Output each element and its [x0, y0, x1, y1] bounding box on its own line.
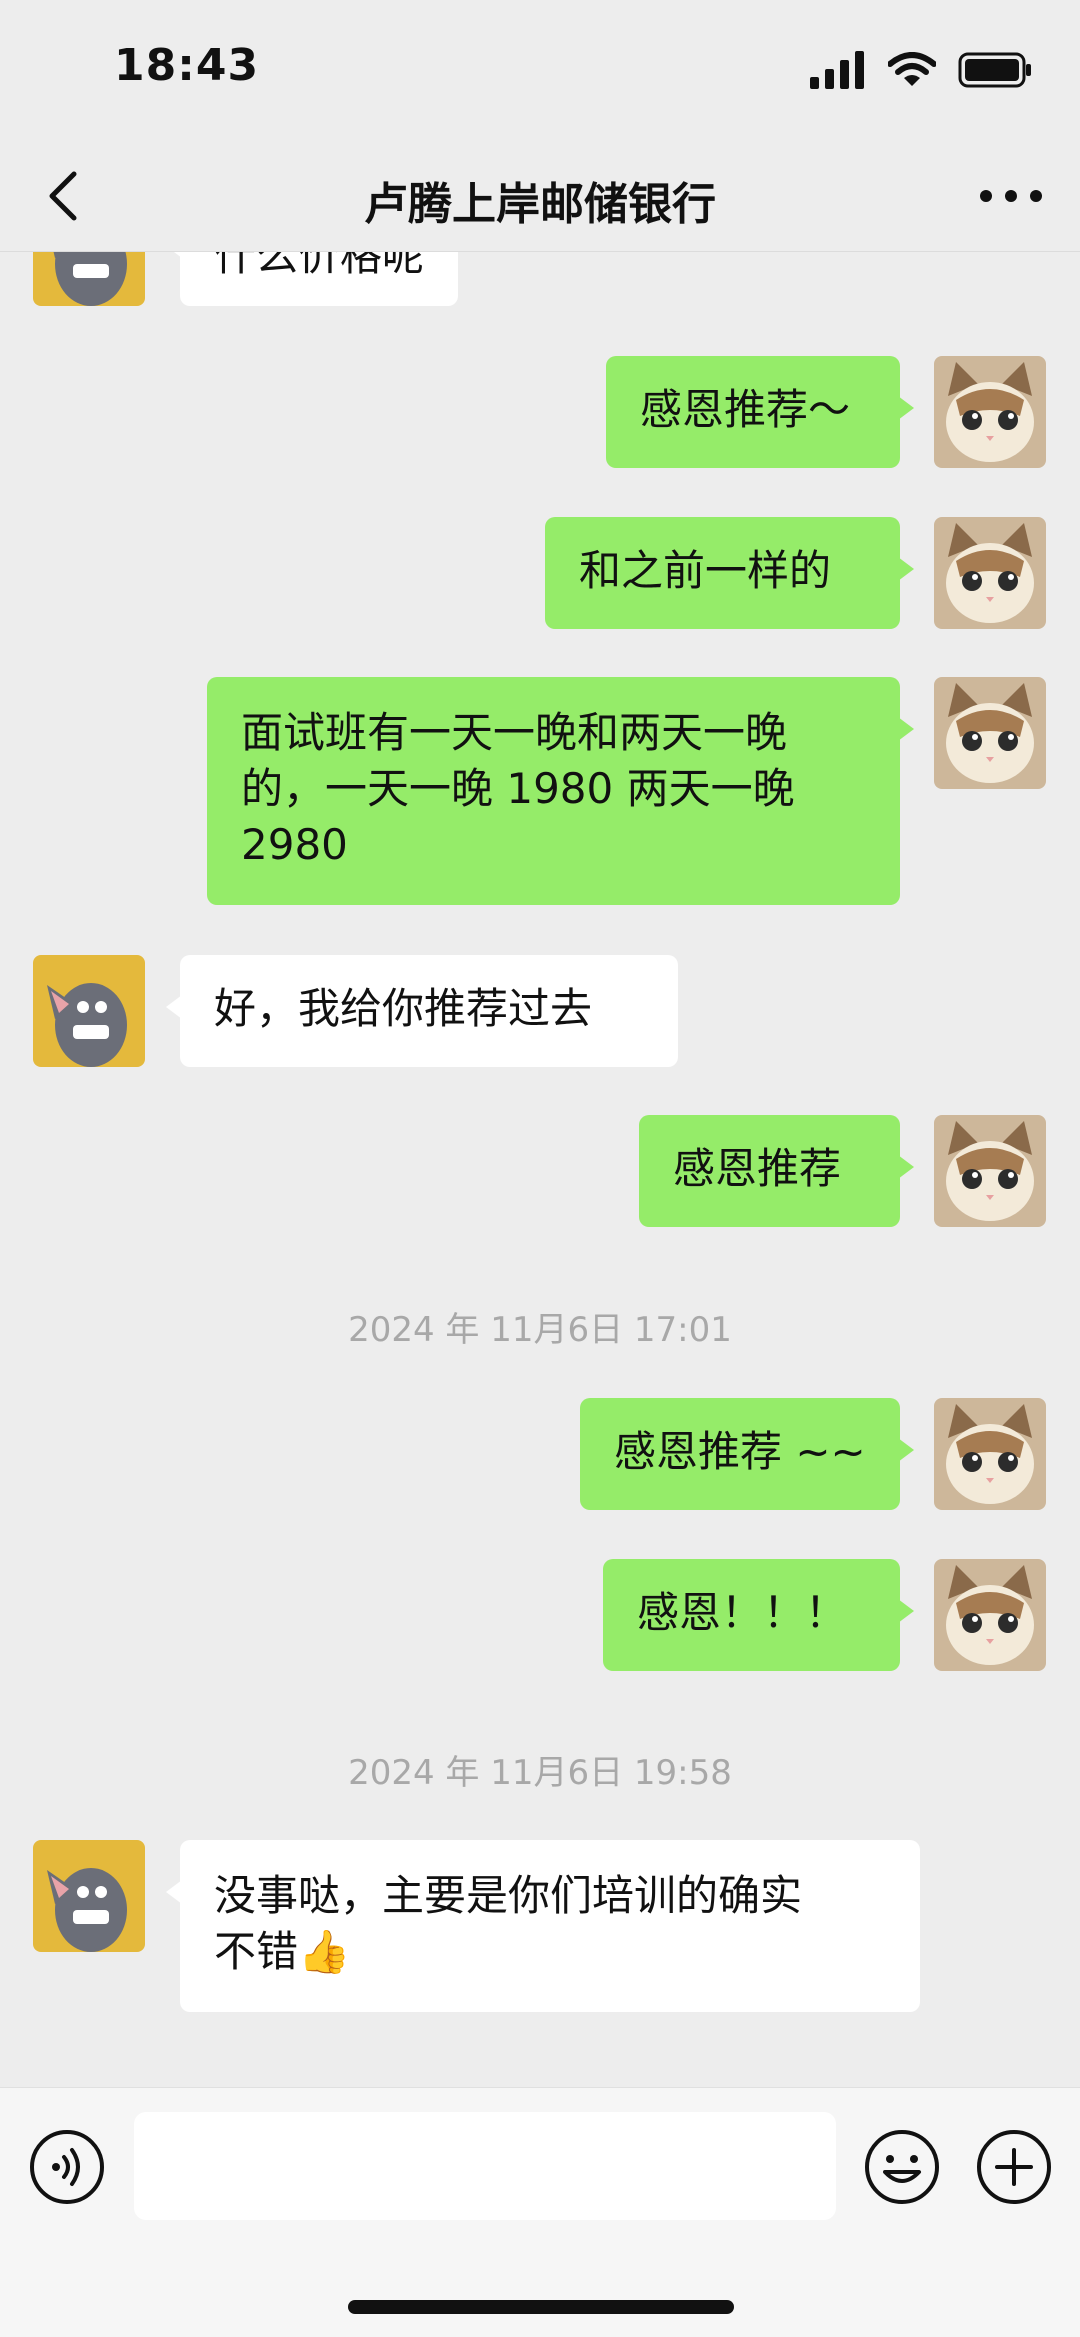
signal-icon: [810, 51, 864, 89]
message-bubble[interactable]: 和之前一样的: [545, 517, 914, 629]
message-bubble[interactable]: 好，我给你推荐过去: [166, 955, 678, 1067]
wifi-icon: [888, 52, 936, 86]
contact-avatar[interactable]: [33, 252, 145, 306]
self-avatar[interactable]: [934, 517, 1046, 629]
message-bubble[interactable]: 感恩！！！: [603, 1559, 914, 1671]
status-icons: [810, 48, 1032, 92]
message-bubble[interactable]: 面试班有一天一晚和两天一晚 的，一天一晚 1980 两天一晚 2980: [207, 677, 914, 905]
message-line: 2980: [241, 820, 348, 869]
message-bubble[interactable]: 感恩推荐: [639, 1115, 914, 1227]
self-avatar[interactable]: [934, 1398, 1046, 1510]
more-dots-icon[interactable]: [976, 178, 1046, 214]
message-line: 不错: [214, 1927, 299, 1976]
status-time: 18:43: [114, 40, 260, 91]
timestamp: 2024 年 11月6日 19:58: [348, 1753, 732, 1793]
message-bubble[interactable]: 感恩推荐 ~~: [580, 1398, 914, 1510]
message-bubble[interactable]: 感恩推荐～: [606, 356, 914, 468]
chat-header: 卢腾上岸邮储银行: [0, 140, 1080, 252]
status-bar: 18:43: [0, 0, 1080, 140]
message-line: 没事哒，主要是你们培训的确实: [214, 1871, 803, 1920]
home-indicator[interactable]: [348, 2300, 734, 2314]
message-list[interactable]: 什么价格呢 感恩推荐～ 和之前一样的 面试班有一天一晚和两天一晚 的，一天一晚 …: [0, 252, 1080, 2087]
self-avatar[interactable]: [934, 1115, 1046, 1227]
plus-icon[interactable]: [975, 2128, 1053, 2206]
contact-avatar[interactable]: [33, 1840, 145, 1952]
message-bubble[interactable]: 什么价格呢: [165, 252, 459, 306]
self-avatar[interactable]: [934, 677, 1046, 789]
chat-title: 卢腾上岸邮储银行: [364, 179, 716, 230]
contact-avatar[interactable]: [33, 955, 145, 1067]
timestamp: 2024 年 11月6日 17:01: [348, 1310, 732, 1350]
thumbs-up-emoji: 👍: [298, 1927, 351, 1976]
emoji-icon[interactable]: [863, 2128, 941, 2206]
message-bubble[interactable]: 没事哒，主要是你们培训的确实 不错👍: [166, 1840, 920, 2012]
message-line: 的，一天一晚 1980 两天一晚: [241, 764, 795, 813]
message-line: 面试班有一天一晚和两天一晚: [241, 708, 788, 757]
message-input[interactable]: [134, 2112, 836, 2220]
self-avatar[interactable]: [934, 1559, 1046, 1671]
voice-icon[interactable]: [28, 2128, 106, 2206]
self-avatar[interactable]: [934, 356, 1046, 468]
battery-icon: [958, 52, 1031, 88]
